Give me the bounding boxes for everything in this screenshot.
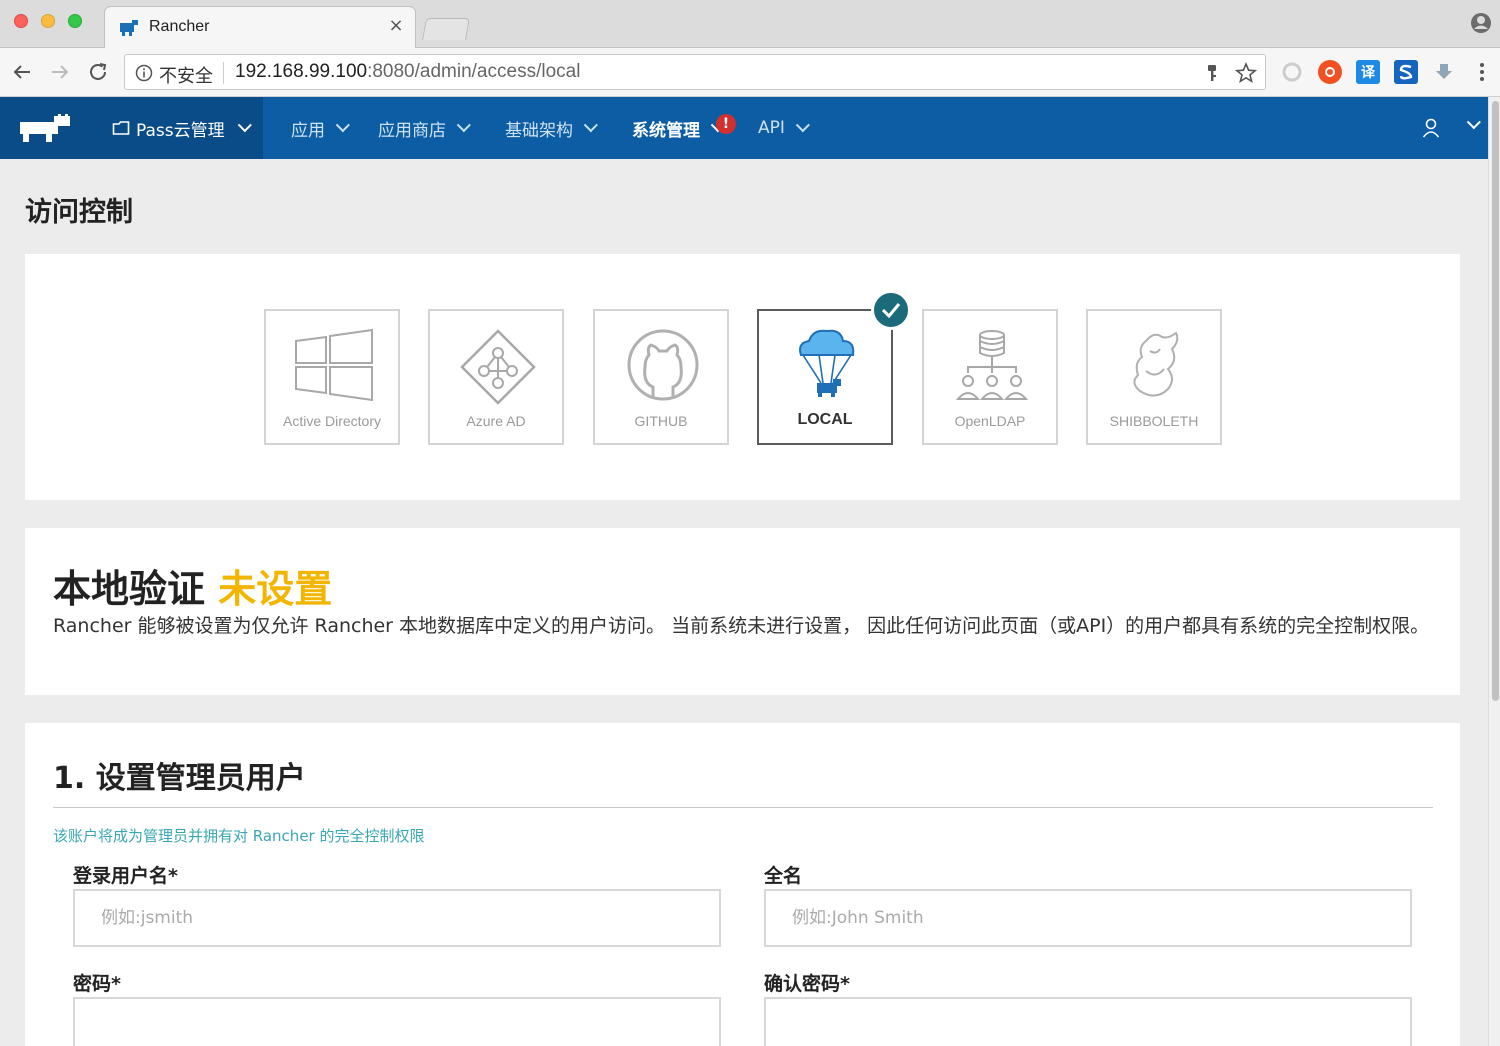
ldap-icon [955, 330, 1029, 400]
key-icon[interactable] [1201, 62, 1223, 84]
app-header: Pass云管理 应用 应用商店 基础架构 系统管理 ! API [0, 97, 1488, 159]
local-cloud-icon [799, 329, 855, 397]
fullname-label: 全名 [764, 865, 803, 887]
shibboleth-icon [1133, 331, 1179, 397]
address-separator [223, 62, 224, 84]
nav-item-api[interactable]: API [758, 97, 810, 159]
nav-label: 应用商店 [378, 120, 446, 141]
provider-shibboleth[interactable]: SHIBBOLETH [1086, 309, 1222, 445]
scrollbar-thumb[interactable] [1492, 101, 1499, 701]
confirm-password-label: 确认密码* [764, 973, 850, 995]
nav-label: API [758, 118, 785, 138]
forward-button[interactable] [48, 60, 72, 84]
reload-button[interactable] [86, 60, 110, 84]
github-icon [627, 329, 699, 401]
nav-item-infrastructure[interactable]: 基础架构 [505, 97, 598, 159]
windows-icon [295, 328, 373, 402]
rancher-logo[interactable] [0, 97, 90, 159]
status-description: Rancher 能够被设置为仅允许 Rancher 本地数据库中定义的用户访问。… [53, 615, 1430, 637]
nav-item-catalog[interactable]: 应用商店 [378, 97, 471, 159]
browser-toolbar: 不安全 192.168.99.100:8080/admin/access/loc… [0, 48, 1500, 97]
provider-openldap[interactable]: OpenLDAP [922, 309, 1058, 445]
provider-active-directory[interactable]: Active Directory [264, 309, 400, 445]
username-label: 登录用户名* [73, 865, 178, 887]
azure-icon [460, 329, 536, 405]
environment-menu[interactable]: Pass云管理 [90, 97, 263, 159]
selected-check-icon [871, 290, 911, 330]
arrow-left-icon [13, 65, 30, 79]
page-title: 访问控制 [25, 197, 133, 228]
extension-sync-icon[interactable] [1280, 60, 1304, 84]
local-auth-status-panel: 本地验证 未设置 Rancher 能够被设置为仅允许 Rancher 本地数据库… [25, 528, 1460, 695]
password-input[interactable] [73, 997, 721, 1046]
environment-label: Pass云管理 [136, 120, 225, 141]
nav-label: 系统管理 [632, 120, 700, 141]
divider [53, 807, 1433, 808]
provider-label: Active Directory [282, 413, 382, 429]
nav-item-apps[interactable]: 应用 [291, 97, 350, 159]
chevron-down-icon [237, 118, 252, 133]
admin-user-form-panel: 1. 设置管理员用户 该账户将成为管理员并拥有对 Rancher 的完全控制权限… [25, 723, 1460, 1046]
browser-tab-bar: Rancher × [0, 0, 1500, 49]
provider-github[interactable]: GITHUB [593, 309, 729, 445]
provider-azure-ad[interactable]: Azure AD [428, 309, 564, 445]
status-badge: 未设置 [218, 567, 333, 611]
chevron-down-icon [795, 118, 810, 133]
extension-lifebuoy-icon[interactable] [1318, 60, 1342, 84]
user-icon[interactable] [1420, 117, 1442, 139]
bookmark-star-icon[interactable] [1235, 62, 1257, 84]
arrow-right-icon [52, 65, 69, 79]
reload-icon [90, 63, 107, 80]
nav-item-admin[interactable]: 系统管理 [632, 97, 725, 159]
auth-provider-panel: Active Directory Azure AD GITHUB LOCAL O… [25, 254, 1460, 500]
nav-label: 基础架构 [505, 120, 573, 141]
browser-tab-rancher[interactable]: Rancher × [104, 6, 416, 49]
browser-menu-icon[interactable] [1470, 60, 1494, 84]
chevron-down-icon [583, 118, 598, 133]
security-label: 不安全 [159, 66, 213, 87]
browser-profile-icon[interactable] [1470, 12, 1492, 34]
provider-label: GITHUB [634, 413, 688, 429]
chevron-down-icon [456, 118, 471, 133]
new-tab-button[interactable] [422, 18, 470, 40]
provider-label: SHIBBOLETH [1109, 413, 1199, 429]
rancher-logo-icon [20, 114, 70, 142]
password-label: 密码* [73, 973, 121, 995]
tab-title: Rancher [149, 18, 210, 35]
url-text[interactable]: 192.168.99.100:8080/admin/access/local [235, 61, 580, 83]
extension-translate-icon[interactable]: 译 [1356, 60, 1380, 84]
form-help-text: 该账户将成为管理员并拥有对 Rancher 的完全控制权限 [53, 827, 425, 845]
form-title: 1. 设置管理员用户 [53, 761, 306, 796]
info-icon [135, 64, 153, 82]
provider-local[interactable]: LOCAL [757, 309, 893, 445]
user-menu-chevron-icon[interactable] [1466, 115, 1481, 130]
status-title: 本地验证 未设置 [53, 558, 332, 613]
confirm-password-input[interactable] [764, 997, 1412, 1046]
back-button[interactable] [10, 60, 34, 84]
window-minimize-button[interactable] [41, 14, 55, 28]
provider-label: Azure AD [466, 413, 526, 429]
rancher-favicon-icon [120, 20, 138, 36]
window-zoom-button[interactable] [68, 14, 82, 28]
window-close-button[interactable] [14, 14, 28, 28]
status-title-text: 本地验证 [53, 567, 206, 611]
nav-label: 应用 [291, 120, 325, 141]
tab-close-icon[interactable]: × [385, 15, 407, 37]
page-scrollbar[interactable] [1488, 97, 1500, 1046]
folder-icon [112, 121, 130, 135]
provider-label: OpenLDAP [954, 413, 1026, 429]
alert-badge[interactable]: ! [716, 114, 736, 134]
address-bar[interactable]: 不安全 192.168.99.100:8080/admin/access/loc… [124, 54, 1266, 90]
extension-s-icon[interactable] [1394, 60, 1418, 84]
fullname-input[interactable] [764, 889, 1412, 947]
download-icon[interactable] [1432, 60, 1456, 84]
provider-label: LOCAL [797, 411, 853, 428]
chevron-down-icon [335, 118, 350, 133]
username-input[interactable] [73, 889, 721, 947]
